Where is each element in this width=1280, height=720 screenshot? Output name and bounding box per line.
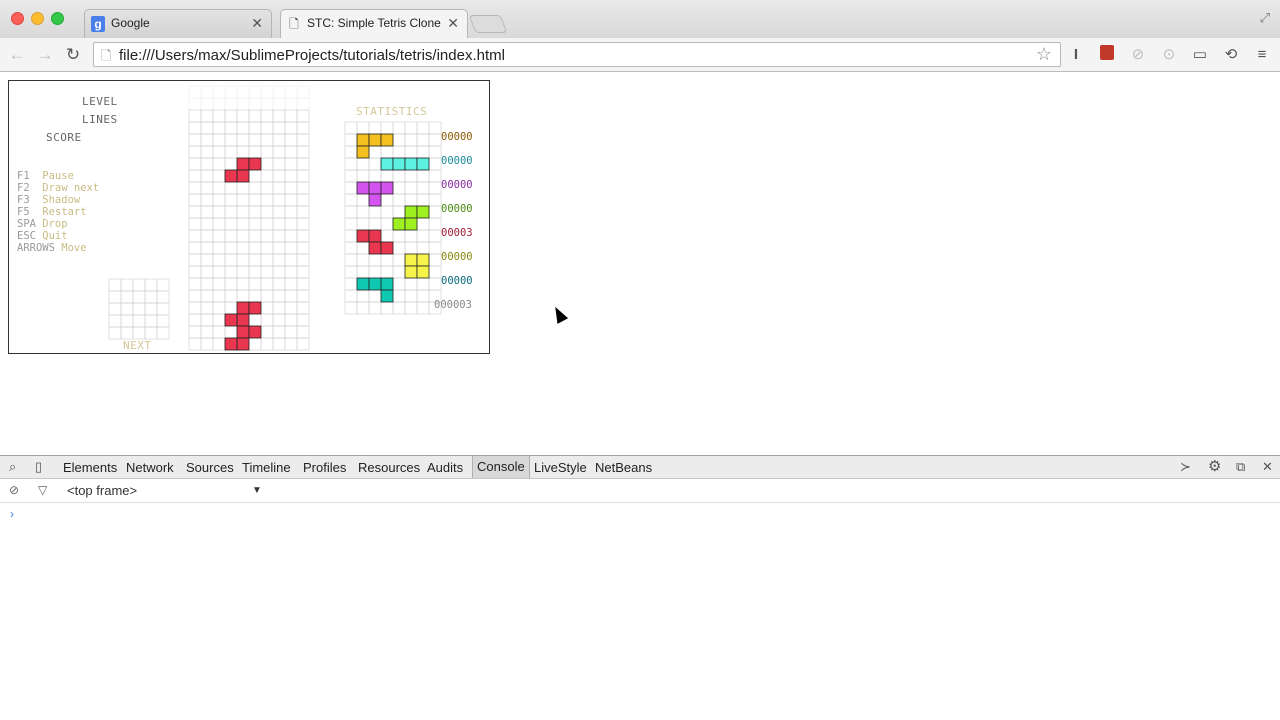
new-tab-button[interactable]	[468, 15, 508, 33]
stat-total: 000003	[434, 299, 472, 311]
tab-audits[interactable]: Audits	[427, 460, 463, 475]
next-grid	[108, 278, 170, 340]
google-g-icon: g	[91, 16, 105, 32]
minimize-window-button[interactable]	[31, 12, 44, 25]
cast-icon[interactable]: ▭	[1190, 45, 1210, 65]
url-input[interactable]	[119, 46, 1019, 64]
device-mode-icon[interactable]: ▯	[35, 459, 42, 475]
tab-profiles[interactable]: Profiles	[303, 460, 346, 475]
tab-google[interactable]: g Google ✕	[84, 9, 272, 38]
stat-piece-j	[356, 133, 394, 159]
back-icon[interactable]: ←	[6, 44, 28, 66]
tab-timeline[interactable]: Timeline	[242, 460, 291, 475]
mouse-cursor	[549, 304, 569, 324]
game-graphics	[108, 85, 442, 351]
stat-piece-z	[356, 229, 394, 255]
page-icon: 🗋	[289, 17, 299, 31]
forward-icon[interactable]: →	[34, 44, 56, 66]
tab-tetris[interactable]: 🗋 STC: Simple Tetris Clone ✕	[280, 9, 468, 38]
tetris-game[interactable]: LEVEL LINES SCORE F1 Pause F2 Draw next F3…	[8, 80, 490, 354]
tab-sources[interactable]: Sources	[186, 460, 234, 475]
devtools-panel: ⌕ ▯ Elements Network Sources Timeline Pr…	[0, 455, 1280, 720]
well-hidden-rows	[188, 85, 310, 111]
stat-piece-l	[356, 277, 394, 303]
console-drawer-icon[interactable]: ≻	[1180, 459, 1191, 475]
fullscreen-icon[interactable]: ⤢	[1260, 10, 1270, 26]
filter-icon[interactable]: ▽	[38, 483, 47, 497]
search-icon[interactable]: ⌕	[9, 459, 16, 475]
tab-network[interactable]: Network	[126, 460, 174, 475]
chevron-down-icon[interactable]: ▼	[252, 485, 262, 496]
bookmark-star-icon[interactable]: ☆	[1036, 44, 1052, 65]
tab-title: STC: Simple Tetris Clone	[307, 16, 441, 30]
tab-close-icon[interactable]: ✕	[251, 15, 263, 32]
text-cursor-extension-icon[interactable]: I	[1066, 45, 1086, 65]
next-label: NEXT	[123, 339, 152, 352]
tab-console[interactable]: Console	[472, 456, 530, 478]
stat-count-i: 00000	[441, 155, 473, 167]
stat-count-z: 00003	[441, 227, 473, 239]
statistics-label: STATISTICS	[356, 105, 428, 118]
browser-toolbar: ← → ↻ 🗋 ☆ I ⊘ ⊙ ▭ ⟲ ≡	[0, 38, 1280, 72]
console-prompt[interactable]: ›	[10, 507, 14, 521]
stat-piece-s	[392, 205, 430, 231]
clear-console-icon[interactable]: ⊘	[9, 483, 19, 497]
tab-resources[interactable]: Resources	[358, 460, 420, 475]
tab-title: Google	[111, 16, 150, 30]
stat-count-t: 00000	[441, 179, 473, 191]
close-window-button[interactable]	[11, 12, 24, 25]
dock-icon[interactable]: ⧉	[1236, 459, 1245, 475]
book-extension-icon[interactable]	[1097, 45, 1117, 65]
stat-count-l: 00000	[441, 275, 473, 287]
menu-icon[interactable]: ≡	[1252, 45, 1272, 65]
tab-livestyle[interactable]: LiveStyle	[534, 460, 587, 475]
stat-count-j: 00000	[441, 131, 473, 143]
sync-extension-icon[interactable]: ⟲	[1221, 45, 1241, 65]
v-extension-icon[interactable]: ⊘	[1128, 45, 1148, 65]
tab-elements[interactable]: Elements	[63, 460, 117, 475]
stacked-pieces	[224, 301, 262, 351]
close-icon[interactable]: ✕	[1262, 459, 1273, 475]
tab-strip: g Google ✕ 🗋 STC: Simple Tetris Clone ✕ …	[0, 0, 1280, 38]
stat-piece-i	[380, 157, 430, 171]
devtools-tabbar: ⌕ ▯ Elements Network Sources Timeline Pr…	[0, 456, 1280, 479]
download-extension-icon[interactable]: ⊙	[1159, 45, 1179, 65]
console-toolbar: ⊘ ▽ <top frame> ▼	[0, 479, 1280, 503]
falling-piece	[224, 157, 262, 183]
stat-count-o: 00000	[441, 251, 473, 263]
gear-icon[interactable]: ⚙	[1208, 457, 1221, 475]
address-bar[interactable]: 🗋 ☆	[93, 42, 1061, 67]
reload-icon[interactable]: ↻	[62, 44, 84, 66]
zoom-window-button[interactable]	[51, 12, 64, 25]
page-icon: 🗋	[101, 48, 112, 63]
stat-piece-o	[404, 253, 430, 279]
stat-count-s: 00000	[441, 203, 473, 215]
tab-netbeans[interactable]: NetBeans	[595, 460, 652, 475]
stat-piece-t	[356, 181, 394, 207]
tab-close-icon[interactable]: ✕	[447, 15, 459, 32]
frame-selector[interactable]: <top frame>	[67, 483, 137, 498]
